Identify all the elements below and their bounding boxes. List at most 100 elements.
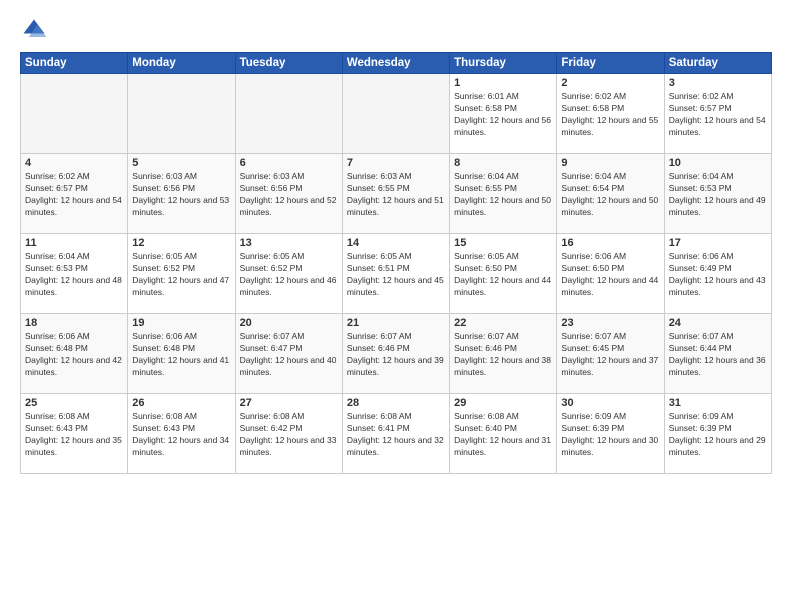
day-info: Sunrise: 6:04 AMSunset: 6:55 PMDaylight:… (454, 171, 552, 219)
calendar-cell: 10Sunrise: 6:04 AMSunset: 6:53 PMDayligh… (664, 154, 771, 234)
day-info: Sunrise: 6:08 AMSunset: 6:40 PMDaylight:… (454, 411, 552, 459)
day-info: Sunrise: 6:09 AMSunset: 6:39 PMDaylight:… (669, 411, 767, 459)
day-info: Sunrise: 6:06 AMSunset: 6:48 PMDaylight:… (132, 331, 230, 379)
calendar-cell: 2 Sunrise: 6:02 AMSunset: 6:58 PMDaylight… (557, 74, 664, 154)
calendar-cell: 17 Sunrise: 6:06 AMSunset: 6:49 PMDayligh… (664, 234, 771, 314)
calendar: SundayMondayTuesdayWednesdayThursdayFrid… (20, 52, 772, 474)
calendar-cell: 24 Sunrise: 6:07 AMSunset: 6:44 PMDayligh… (664, 314, 771, 394)
day-number: 1 (454, 77, 552, 89)
day-number: 21 (347, 317, 445, 329)
calendar-cell: 12 Sunrise: 6:05 AMSunset: 6:52 PMDayligh… (128, 234, 235, 314)
day-number: 28 (347, 397, 445, 409)
calendar-cell: 13 Sunrise: 6:05 AMSunset: 6:52 PMDayligh… (235, 234, 342, 314)
weekday-header: Sunday (21, 53, 128, 74)
day-number: 5 (132, 157, 230, 169)
day-info: Sunrise: 6:08 AMSunset: 6:43 PMDaylight:… (132, 411, 230, 459)
weekday-header: Wednesday (342, 53, 449, 74)
day-info: Sunrise: 6:06 AMSunset: 6:50 PMDaylight:… (561, 251, 659, 299)
calendar-cell: 20 Sunrise: 6:07 AMSunset: 6:47 PMDayligh… (235, 314, 342, 394)
calendar-cell: 21 Sunrise: 6:07 AMSunset: 6:46 PMDayligh… (342, 314, 449, 394)
day-info: Sunrise: 6:05 AMSunset: 6:51 PMDaylight:… (347, 251, 445, 299)
day-number: 16 (561, 237, 659, 249)
day-number: 27 (240, 397, 338, 409)
calendar-cell (128, 74, 235, 154)
day-info: Sunrise: 6:02 AMSunset: 6:57 PMDaylight:… (669, 91, 767, 139)
day-number: 8 (454, 157, 552, 169)
calendar-cell: 6Sunrise: 6:03 AMSunset: 6:56 PMDaylight… (235, 154, 342, 234)
day-number: 7 (347, 157, 445, 169)
day-info: Sunrise: 6:07 AMSunset: 6:46 PMDaylight:… (454, 331, 552, 379)
day-info: Sunrise: 6:07 AMSunset: 6:44 PMDaylight:… (669, 331, 767, 379)
calendar-cell: 27 Sunrise: 6:08 AMSunset: 6:42 PMDayligh… (235, 394, 342, 474)
day-number: 14 (347, 237, 445, 249)
day-info: Sunrise: 6:01 AMSunset: 6:58 PMDaylight:… (454, 91, 552, 139)
calendar-cell: 30 Sunrise: 6:09 AMSunset: 6:39 PMDayligh… (557, 394, 664, 474)
day-info: Sunrise: 6:06 AMSunset: 6:49 PMDaylight:… (669, 251, 767, 299)
calendar-cell: 15Sunrise: 6:05 AMSunset: 6:50 PMDayligh… (450, 234, 557, 314)
header (20, 16, 772, 44)
calendar-cell: 31 Sunrise: 6:09 AMSunset: 6:39 PMDayligh… (664, 394, 771, 474)
day-number: 11 (25, 237, 123, 249)
calendar-cell (342, 74, 449, 154)
day-number: 10 (669, 157, 767, 169)
calendar-cell: 16 Sunrise: 6:06 AMSunset: 6:50 PMDayligh… (557, 234, 664, 314)
calendar-week-row: 18 Sunrise: 6:06 AMSunset: 6:48 PMDayligh… (21, 314, 772, 394)
calendar-cell: 9Sunrise: 6:04 AMSunset: 6:54 PMDaylight… (557, 154, 664, 234)
day-info: Sunrise: 6:09 AMSunset: 6:39 PMDaylight:… (561, 411, 659, 459)
logo (20, 16, 52, 44)
day-info: Sunrise: 6:05 AMSunset: 6:52 PMDaylight:… (240, 251, 338, 299)
day-info: Sunrise: 6:08 AMSunset: 6:42 PMDaylight:… (240, 411, 338, 459)
day-info: Sunrise: 6:05 AMSunset: 6:50 PMDaylight:… (454, 251, 552, 299)
day-info: Sunrise: 6:04 AMSunset: 6:53 PMDaylight:… (25, 251, 123, 299)
day-number: 22 (454, 317, 552, 329)
calendar-cell: 22 Sunrise: 6:07 AMSunset: 6:46 PMDayligh… (450, 314, 557, 394)
calendar-cell (235, 74, 342, 154)
day-number: 24 (669, 317, 767, 329)
calendar-cell: 26 Sunrise: 6:08 AMSunset: 6:43 PMDayligh… (128, 394, 235, 474)
calendar-cell: 1 Sunrise: 6:01 AMSunset: 6:58 PMDaylight… (450, 74, 557, 154)
calendar-cell: 18Sunrise: 6:06 AMSunset: 6:48 PMDayligh… (21, 314, 128, 394)
day-number: 30 (561, 397, 659, 409)
weekday-header: Saturday (664, 53, 771, 74)
calendar-cell: 14 Sunrise: 6:05 AMSunset: 6:51 PMDayligh… (342, 234, 449, 314)
day-number: 19 (132, 317, 230, 329)
day-number: 31 (669, 397, 767, 409)
day-number: 4 (25, 157, 123, 169)
day-number: 26 (132, 397, 230, 409)
day-number: 2 (561, 77, 659, 89)
day-number: 12 (132, 237, 230, 249)
calendar-cell: 3 Sunrise: 6:02 AMSunset: 6:57 PMDaylight… (664, 74, 771, 154)
day-number: 18 (25, 317, 123, 329)
day-number: 20 (240, 317, 338, 329)
calendar-cell (21, 74, 128, 154)
day-number: 25 (25, 397, 123, 409)
calendar-cell: 5Sunrise: 6:03 AMSunset: 6:56 PMDaylight… (128, 154, 235, 234)
day-info: Sunrise: 6:07 AMSunset: 6:47 PMDaylight:… (240, 331, 338, 379)
calendar-cell: 25 Sunrise: 6:08 AMSunset: 6:43 PMDayligh… (21, 394, 128, 474)
weekday-header: Monday (128, 53, 235, 74)
calendar-week-row: 25 Sunrise: 6:08 AMSunset: 6:43 PMDayligh… (21, 394, 772, 474)
calendar-week-row: 1 Sunrise: 6:01 AMSunset: 6:58 PMDaylight… (21, 74, 772, 154)
calendar-week-row: 11 Sunrise: 6:04 AMSunset: 6:53 PMDayligh… (21, 234, 772, 314)
day-info: Sunrise: 6:02 AMSunset: 6:58 PMDaylight:… (561, 91, 659, 139)
calendar-cell: 19 Sunrise: 6:06 AMSunset: 6:48 PMDayligh… (128, 314, 235, 394)
day-number: 23 (561, 317, 659, 329)
page: SundayMondayTuesdayWednesdayThursdayFrid… (0, 0, 792, 612)
day-info: Sunrise: 6:08 AMSunset: 6:41 PMDaylight:… (347, 411, 445, 459)
calendar-cell: 8 Sunrise: 6:04 AMSunset: 6:55 PMDaylight… (450, 154, 557, 234)
day-info: Sunrise: 6:07 AMSunset: 6:45 PMDaylight:… (561, 331, 659, 379)
weekday-header: Friday (557, 53, 664, 74)
day-info: Sunrise: 6:05 AMSunset: 6:52 PMDaylight:… (132, 251, 230, 299)
day-number: 3 (669, 77, 767, 89)
day-info: Sunrise: 6:03 AMSunset: 6:55 PMDaylight:… (347, 171, 445, 219)
day-info: Sunrise: 6:08 AMSunset: 6:43 PMDaylight:… (25, 411, 123, 459)
day-number: 6 (240, 157, 338, 169)
day-info: Sunrise: 6:02 AMSunset: 6:57 PMDaylight:… (25, 171, 123, 219)
weekday-header: Tuesday (235, 53, 342, 74)
calendar-cell: 23 Sunrise: 6:07 AMSunset: 6:45 PMDayligh… (557, 314, 664, 394)
day-info: Sunrise: 6:07 AMSunset: 6:46 PMDaylight:… (347, 331, 445, 379)
calendar-cell: 7 Sunrise: 6:03 AMSunset: 6:55 PMDaylight… (342, 154, 449, 234)
day-number: 17 (669, 237, 767, 249)
calendar-week-row: 4 Sunrise: 6:02 AMSunset: 6:57 PMDaylight… (21, 154, 772, 234)
day-number: 13 (240, 237, 338, 249)
